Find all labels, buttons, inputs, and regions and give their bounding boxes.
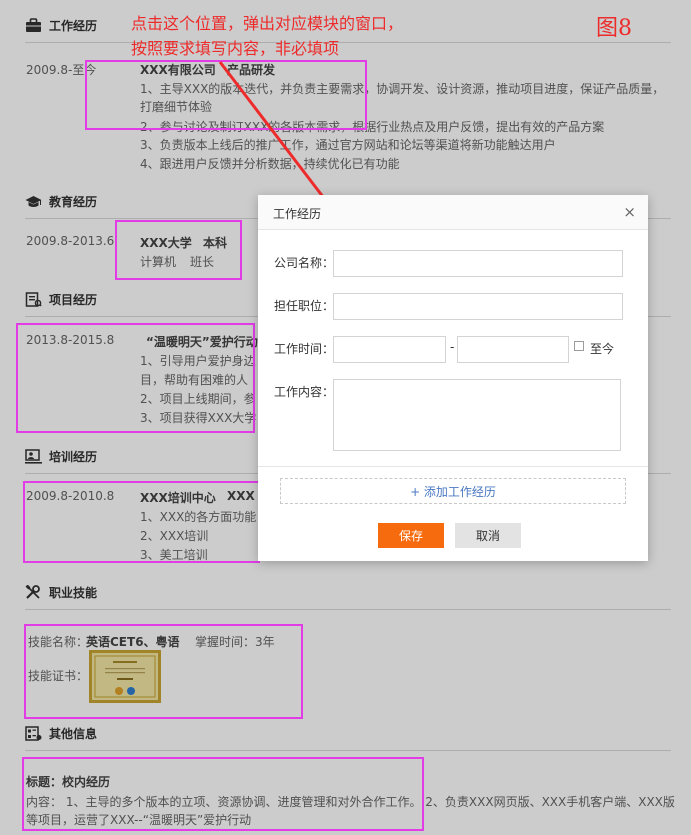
until-now-checkbox[interactable] <box>574 341 584 351</box>
work-end-input[interactable] <box>457 336 569 363</box>
position-input[interactable] <box>333 293 623 320</box>
modal-divider <box>258 466 648 467</box>
save-button[interactable]: 保存 <box>378 523 444 548</box>
work-start-input[interactable] <box>333 336 446 363</box>
company-name-label: 公司名称： <box>274 256 335 270</box>
modal-header: 工作经历 × <box>258 195 648 230</box>
work-content-label: 工作内容： <box>274 385 335 399</box>
company-name-input[interactable] <box>333 250 623 277</box>
work-time-label: 工作时间： <box>274 342 335 356</box>
add-work-experience-button[interactable]: + 添加工作经历 <box>280 478 626 504</box>
work-content-textarea[interactable] <box>333 379 621 451</box>
time-range-dash: - <box>450 340 455 354</box>
until-now-label: 至今 <box>590 342 615 356</box>
cancel-button[interactable]: 取消 <box>455 523 521 548</box>
work-experience-modal: 工作经历 × 公司名称： 担任职位： 工作时间： - 至今 工作内容： + 添加… <box>258 195 648 561</box>
close-icon[interactable]: × <box>623 203 636 221</box>
modal-title: 工作经历 <box>273 207 322 221</box>
position-label: 担任职位： <box>274 299 335 313</box>
